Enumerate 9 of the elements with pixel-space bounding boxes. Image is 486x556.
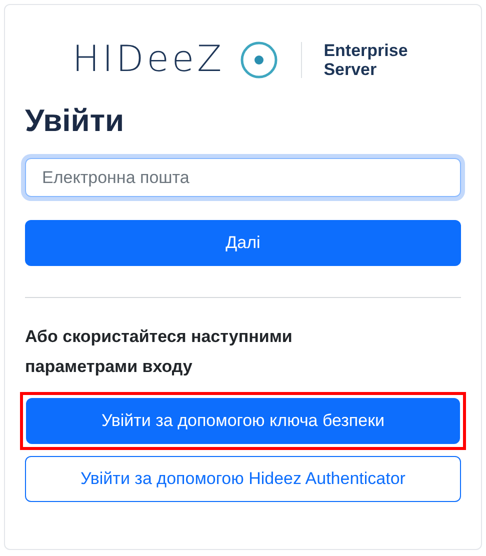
product-name: Enterprise Server <box>324 41 409 79</box>
sign-in-option-button[interactable]: Увійти за допомогою Hideez Authenticator <box>25 456 461 502</box>
next-button[interactable]: Далі <box>25 220 461 266</box>
email-field[interactable]: Електронна пошта <box>25 158 461 197</box>
logo-ring-icon <box>238 40 279 80</box>
alternatives-label: Або скористайтеся наступними параметрами входу <box>25 326 294 378</box>
logo-wordmark: HIDeeZ <box>72 42 225 78</box>
sign-in-option-button[interactable]: Увійти за допомогою ключа безпеки <box>26 398 460 444</box>
page-title: Увійти <box>25 105 126 136</box>
